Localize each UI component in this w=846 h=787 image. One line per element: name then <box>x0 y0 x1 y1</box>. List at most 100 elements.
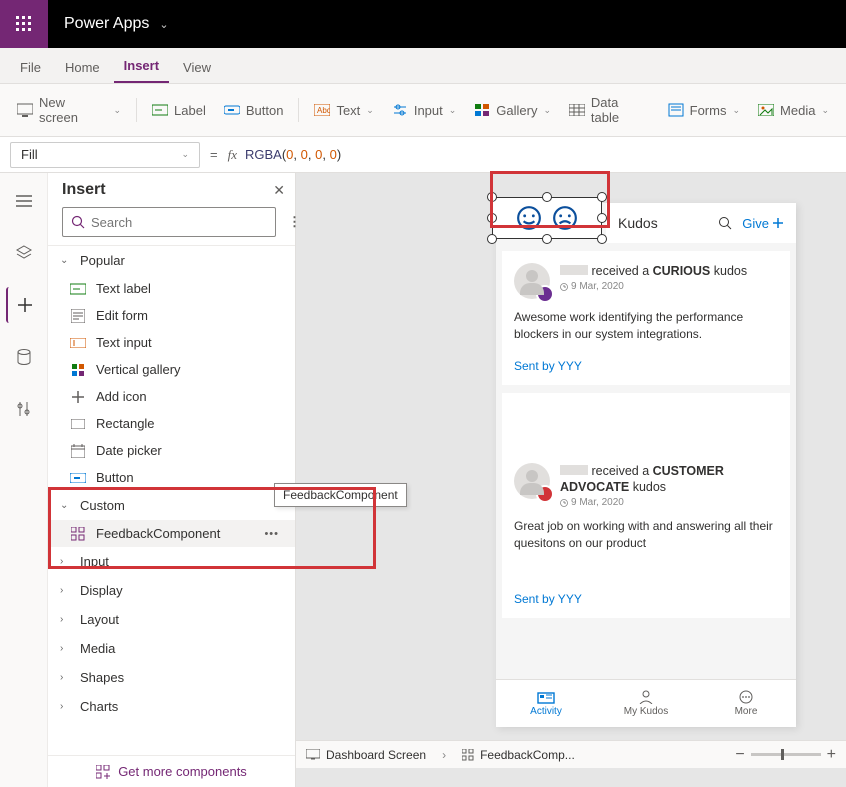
item-rectangle[interactable]: Rectangle <box>48 410 295 437</box>
clock-icon <box>560 499 568 507</box>
zoom-out-button[interactable]: − <box>735 746 744 764</box>
item-feedback-component[interactable]: FeedbackComponent ••• <box>48 520 295 547</box>
clock-icon <box>560 283 568 291</box>
group-custom[interactable]: ⌄Custom <box>48 491 295 520</box>
app-header: Kudos Give <box>606 203 796 243</box>
item-more-button[interactable]: ••• <box>264 528 283 540</box>
group-shapes[interactable]: ›Shapes <box>48 663 295 692</box>
rail-tree-view[interactable] <box>6 183 42 219</box>
media-dropdown[interactable]: Media⌄ <box>749 98 838 123</box>
menu-bar: File Home Insert View <box>0 48 846 84</box>
new-screen-button[interactable]: New screen⌄ <box>8 90 130 130</box>
kudos-badge-icon <box>536 285 554 303</box>
item-add-icon[interactable]: Add icon <box>48 383 295 410</box>
zoom-controls[interactable]: −+ <box>735 746 836 764</box>
gallery-dropdown[interactable]: Gallery⌄ <box>465 98 560 123</box>
forms-dropdown[interactable]: Forms⌄ <box>659 98 749 123</box>
title-bar: Power Apps ⌄ <box>0 0 846 48</box>
rail-insert[interactable] <box>6 287 42 323</box>
breadcrumb-component[interactable]: FeedbackComp... <box>462 748 575 762</box>
nav-mykudos[interactable]: My Kudos <box>596 680 696 727</box>
group-layout[interactable]: ›Layout <box>48 605 295 634</box>
item-text-input[interactable]: Text input <box>48 329 295 356</box>
input-dropdown[interactable]: Input⌄ <box>383 98 465 123</box>
give-kudos-button[interactable]: Give <box>742 216 784 231</box>
rail-layers[interactable] <box>6 235 42 271</box>
menu-view[interactable]: View <box>173 52 221 83</box>
item-vertical-gallery[interactable]: Vertical gallery <box>48 356 295 383</box>
chevron-down-icon: ⌄ <box>159 18 168 31</box>
property-selector[interactable]: Fill ⌄ <box>10 142 200 168</box>
fx-icon[interactable]: fx <box>228 147 237 163</box>
chevron-right-icon: › <box>60 672 72 683</box>
form-icon <box>70 309 86 323</box>
item-edit-form[interactable]: Edit form <box>48 302 295 329</box>
label-button[interactable]: Label <box>143 98 215 123</box>
menu-insert[interactable]: Insert <box>114 50 169 83</box>
resize-handle[interactable] <box>597 192 607 202</box>
nav-more[interactable]: More <box>696 680 796 727</box>
formula-bar: Fill ⌄ = fx RGBA(0, 0, 0, 0) <box>0 137 846 173</box>
sad-face-icon <box>552 205 578 231</box>
item-date-picker[interactable]: Date picker <box>48 437 295 464</box>
resize-handle[interactable] <box>487 234 497 244</box>
gallery-icon <box>474 103 490 117</box>
kudos-card[interactable]: received a CURIOUS kudos 9 Mar, 2020 Awe… <box>502 251 790 385</box>
group-charts[interactable]: ›Charts <box>48 692 295 721</box>
nav-activity[interactable]: Activity <box>496 680 596 727</box>
rail-advanced-tools[interactable] <box>6 391 42 427</box>
close-panel-button[interactable]: ✕ <box>273 182 285 199</box>
group-popular[interactable]: ⌄Popular <box>48 246 295 275</box>
breadcrumb-screen[interactable]: Dashboard Screen <box>306 748 426 762</box>
chevron-right-icon: › <box>60 585 72 596</box>
card-body: Awesome work identifying the performance… <box>514 309 778 343</box>
selected-component[interactable] <box>488 193 606 243</box>
screen-icon <box>17 103 33 117</box>
card-body: Great job on working with and answering … <box>514 518 778 552</box>
item-button[interactable]: Button <box>48 464 295 491</box>
app-title[interactable]: Power Apps ⌄ <box>64 15 169 33</box>
components-tree[interactable]: ⌄Popular Text label Edit form Text input… <box>48 245 295 755</box>
get-more-components-link[interactable]: Get more components <box>48 755 295 787</box>
text-icon: Abc <box>314 104 330 116</box>
kudos-card[interactable]: received a CUSTOMER ADVOCATE kudos 9 Mar… <box>502 393 790 618</box>
svg-text:Abc: Abc <box>317 106 330 115</box>
chevron-down-icon: ⌄ <box>732 105 740 116</box>
item-text-label[interactable]: Text label <box>48 275 295 302</box>
left-rail <box>0 173 48 787</box>
resize-handle[interactable] <box>542 192 552 202</box>
component-icon <box>70 527 86 541</box>
menu-file[interactable]: File <box>10 52 51 83</box>
rail-data[interactable] <box>6 339 42 375</box>
group-media[interactable]: ›Media <box>48 634 295 663</box>
app-search-button[interactable] <box>718 216 732 230</box>
tooltip: FeedbackComponent <box>274 483 407 507</box>
image-icon <box>758 104 774 116</box>
resize-handle[interactable] <box>487 192 497 202</box>
search-input[interactable] <box>62 207 276 237</box>
canvas[interactable]: Kudos Give received a CURIOUS kudos 9 Ma… <box>296 173 846 787</box>
resize-handle[interactable] <box>597 234 607 244</box>
button-button[interactable]: Button <box>215 98 293 123</box>
waffle-menu[interactable] <box>0 0 48 48</box>
text-dropdown[interactable]: Abc Text⌄ <box>305 98 382 123</box>
button-icon <box>224 103 240 117</box>
resize-handle[interactable] <box>597 213 607 223</box>
gallery-icon <box>70 363 86 377</box>
chevron-right-icon: › <box>60 643 72 654</box>
data-table-button[interactable]: Data table <box>560 90 659 130</box>
app-name-label: Power Apps <box>64 15 149 33</box>
zoom-in-button[interactable]: + <box>827 746 836 764</box>
sliders-icon <box>392 104 408 116</box>
resize-handle[interactable] <box>487 213 497 223</box>
cylinder-icon <box>17 349 31 365</box>
person-icon <box>639 690 653 704</box>
group-display[interactable]: ›Display <box>48 576 295 605</box>
formula-editor[interactable]: RGBA(0, 0, 0, 0) <box>245 147 341 163</box>
group-input[interactable]: ›Input <box>48 547 295 576</box>
chevron-right-icon: › <box>60 556 72 567</box>
menu-home[interactable]: Home <box>55 52 110 83</box>
apps-grid-icon <box>16 16 32 32</box>
zoom-slider[interactable] <box>751 753 821 756</box>
resize-handle[interactable] <box>542 234 552 244</box>
